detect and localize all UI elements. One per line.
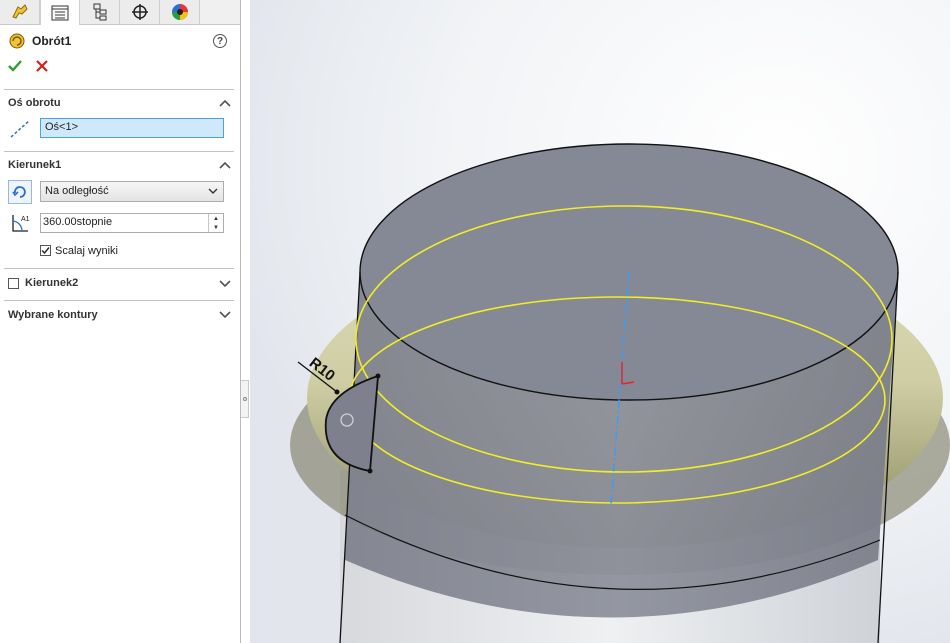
axis-selection-field[interactable]: Oś<1> — [40, 118, 224, 138]
configuration-manager-icon — [93, 3, 106, 21]
tab-configuration-manager[interactable] — [80, 0, 120, 24]
sketch-point — [367, 468, 373, 474]
property-manager-icon — [51, 5, 69, 20]
reverse-direction-button[interactable] — [8, 180, 32, 204]
chevron-up-icon[interactable] — [219, 99, 231, 107]
end-condition-select[interactable]: Na odległość — [40, 181, 224, 202]
help-button[interactable]: ? — [213, 34, 227, 48]
checkmark-icon — [41, 247, 50, 255]
dimxpert-icon — [131, 4, 148, 20]
axis-section-title[interactable]: Oś obrotu — [8, 97, 61, 109]
sketch-point — [375, 373, 381, 379]
angle-input[interactable]: 360.00stopnie ▲ ▼ — [40, 213, 224, 233]
end-condition-value: Na odległość — [45, 185, 109, 197]
graphics-viewport[interactable]: R10 — [250, 0, 950, 643]
angle-value: 360.00stopnie — [43, 216, 113, 228]
panel-splitter[interactable] — [241, 380, 249, 418]
merge-results-checkbox[interactable] — [40, 245, 51, 256]
feature-manager-icon — [11, 4, 28, 19]
separator — [4, 300, 234, 301]
contours-section-title[interactable]: Wybrane kontury — [8, 309, 98, 321]
cancel-x-icon[interactable] — [34, 58, 50, 74]
svg-text:A1: A1 — [21, 216, 30, 223]
chevron-down-icon[interactable] — [219, 311, 231, 319]
separator — [4, 151, 234, 152]
property-manager-panel: Obrót1 ? Oś obrotu Oś<1> Kierunek1 Na od… — [0, 0, 241, 643]
separator — [4, 89, 234, 90]
tab-property-manager[interactable] — [40, 0, 80, 25]
direction1-section-title[interactable]: Kierunek1 — [8, 159, 61, 171]
feature-title-text: Obrót1 — [32, 34, 72, 48]
feature-title: Obrót1 — [8, 32, 71, 50]
tab-display-manager[interactable] — [160, 0, 200, 24]
revolve-feature-icon — [9, 33, 25, 49]
tab-feature-manager[interactable] — [0, 0, 40, 24]
angle-icon: A1 — [8, 211, 32, 235]
separator — [4, 268, 234, 269]
display-manager-icon — [171, 4, 188, 20]
angle-spinner[interactable]: ▲ ▼ — [208, 214, 223, 232]
chevron-up-icon[interactable] — [219, 161, 231, 169]
chevron-down-icon[interactable] — [219, 280, 231, 288]
spin-down-icon[interactable]: ▼ — [209, 223, 223, 232]
axis-icon — [8, 117, 32, 141]
manager-tabs — [0, 0, 240, 25]
direction2-section-title[interactable]: Kierunek2 — [25, 277, 78, 289]
merge-results-label: Scalaj wyniki — [55, 245, 118, 257]
chevron-down-icon — [208, 188, 218, 194]
spin-up-icon[interactable]: ▲ — [209, 214, 223, 223]
direction2-checkbox[interactable] — [8, 278, 19, 289]
tab-dimxpert[interactable] — [120, 0, 160, 24]
splitter-handle-icon — [243, 397, 247, 401]
reverse-direction-icon — [12, 186, 26, 198]
ok-check-icon[interactable] — [7, 58, 23, 74]
